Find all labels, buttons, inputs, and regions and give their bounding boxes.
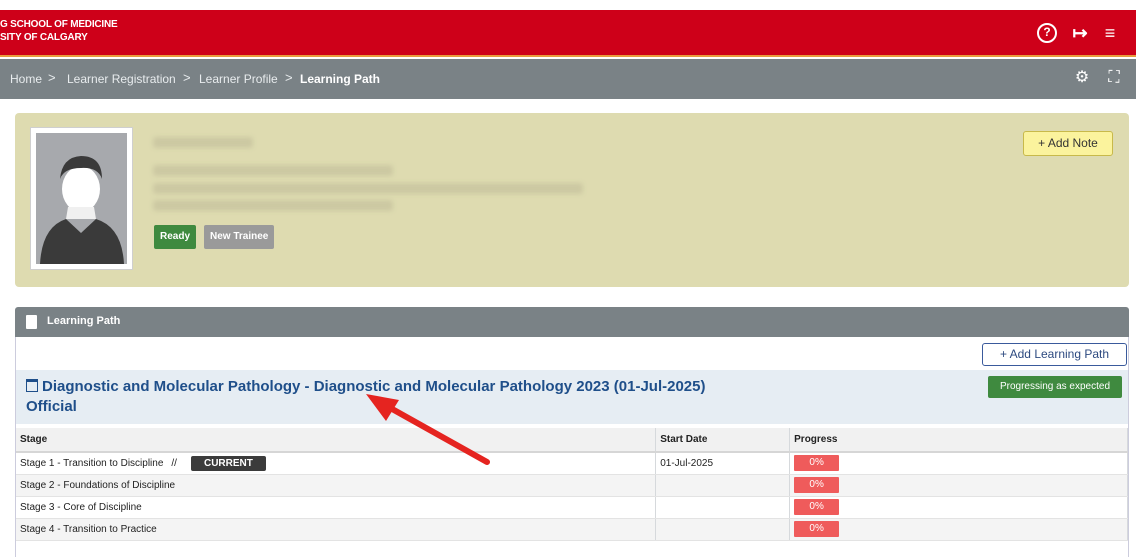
start-date-cell (655, 496, 791, 519)
document-icon (26, 315, 37, 329)
progress-cell: 0% (789, 496, 1128, 519)
table-row[interactable]: Stage 4 - Transition to Practice 0% (16, 518, 1128, 541)
ready-badge: Ready (154, 225, 197, 249)
stage-name: Stage 2 - Foundations of Discipline (20, 479, 176, 491)
start-date-cell (655, 474, 791, 497)
redacted-name (153, 137, 253, 148)
start-date-cell (655, 518, 791, 541)
stage-name: Stage 4 - Transition to Practice (20, 523, 157, 535)
breadcrumb-learner-registration[interactable]: Learner Registration (67, 72, 176, 86)
learner-profile-card: Ready New Trainee + Add Note (15, 113, 1129, 287)
progress-badge: 0% (794, 455, 840, 472)
add-note-button[interactable]: + Add Note (1023, 131, 1113, 156)
progress-cell: 0% (789, 452, 1128, 475)
learning-path-panel-header: Learning Path (15, 307, 1129, 337)
settings-icon[interactable]: ⚙ (1072, 68, 1092, 88)
stage-cell: Stage 3 - Core of Discipline (16, 496, 657, 519)
menu-icon[interactable]: ≡ (1099, 22, 1121, 44)
stage-cell: Stage 2 - Foundations of Discipline (16, 474, 657, 497)
program-row: Diagnostic and Molecular Pathology - Dia… (16, 370, 1128, 424)
status-badge: Progressing as expected (988, 376, 1122, 398)
fullscreen-icon[interactable]: ⛶ (1104, 68, 1124, 88)
table-row[interactable]: Stage 3 - Core of Discipline 0% (16, 496, 1128, 519)
calendar-icon (26, 379, 38, 392)
breadcrumb-home[interactable]: Home (10, 72, 42, 86)
breadcrumb: Home > Learner Registration > Learner Pr… (0, 59, 1136, 99)
top-header: G SCHOOL OF MEDICINE SITY OF CALGARY ? ↦… (0, 10, 1136, 57)
progress-badge: 0% (794, 477, 840, 493)
avatar (30, 127, 133, 270)
progress-cell: 0% (789, 518, 1128, 541)
school-name-line2: SITY OF CALGARY (0, 32, 88, 43)
breadcrumb-separator: > (285, 70, 293, 85)
school-name-line1: G SCHOOL OF MEDICINE (0, 19, 118, 30)
stage-name: Stage 3 - Core of Discipline (20, 501, 142, 513)
learning-path-panel: + Add Learning Path Diagnostic and Molec… (15, 337, 1129, 557)
progress-cell: 0% (789, 474, 1128, 497)
stage-table: Stage Start Date Progress Stage 1 - Tran… (16, 428, 1128, 541)
redacted-detail (153, 165, 393, 176)
add-learning-path-button[interactable]: + Add Learning Path (982, 343, 1127, 366)
program-title[interactable]: Diagnostic and Molecular Pathology - Dia… (26, 377, 746, 417)
start-date-cell: 01-Jul-2025 (655, 452, 791, 475)
column-header-stage: Stage (16, 428, 657, 453)
redacted-detail (153, 200, 393, 211)
stage-marker: // (171, 457, 177, 469)
breadcrumb-separator: > (183, 70, 191, 85)
program-title-text: Diagnostic and Molecular Pathology - Dia… (26, 378, 706, 415)
breadcrumb-separator: > (48, 70, 56, 85)
column-header-start-date: Start Date (655, 428, 791, 453)
progress-badge: 0% (794, 521, 840, 537)
breadcrumb-learner-profile[interactable]: Learner Profile (199, 72, 278, 86)
stage-cell: Stage 4 - Transition to Practice (16, 518, 657, 541)
help-icon[interactable]: ? (1037, 23, 1057, 43)
current-badge: CURRENT (190, 455, 266, 471)
new-trainee-badge: New Trainee (204, 225, 275, 249)
redacted-detail (153, 183, 583, 194)
avatar-image (36, 133, 127, 264)
person-silhouette-icon (36, 133, 127, 264)
breadcrumb-learning-path: Learning Path (300, 72, 381, 86)
stage-name: Stage 1 - Transition to Discipline (20, 457, 164, 469)
logout-icon[interactable]: ↦ (1069, 22, 1091, 44)
table-row[interactable]: Stage 1 - Transition to Discipline // CURR… (16, 452, 1128, 475)
progress-badge: 0% (794, 499, 840, 515)
stage-cell: Stage 1 - Transition to Discipline // CURR… (16, 452, 657, 475)
column-header-progress: Progress (789, 428, 1128, 453)
learning-path-panel-title: Learning Path (47, 315, 121, 327)
table-row[interactable]: Stage 2 - Foundations of Discipline 0% (16, 474, 1128, 497)
